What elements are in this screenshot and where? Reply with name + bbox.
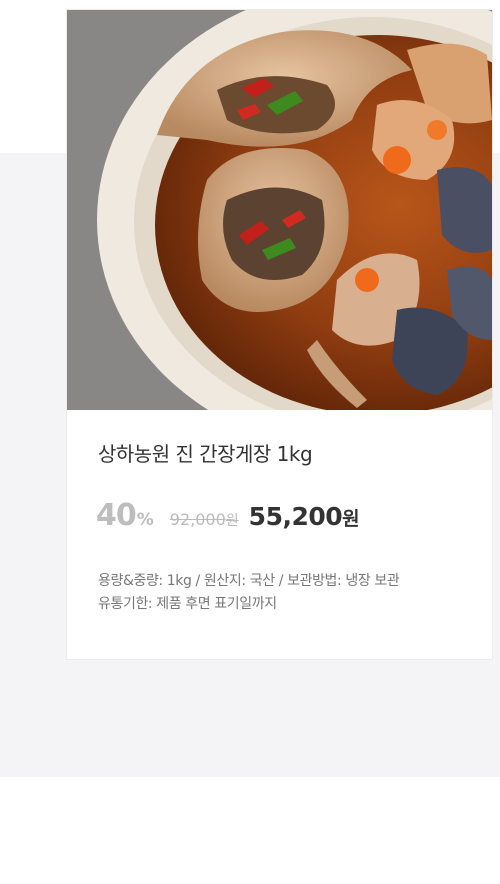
product-image[interactable] [67,10,492,410]
product-info: 용량&중량: 1kg / 원산지: 국산 / 보관방법: 냉장 보관 유통기한:… [98,570,400,616]
discount-unit: % [136,510,154,530]
original-price-unit: 원 [225,513,239,529]
product-info-expiry: 유통기한: 제품 후면 표기일까지 [98,596,277,612]
product-card[interactable]: 상하농원 진 간장게장 1kg 40 % 92,000 원 55,200 원 용… [66,9,493,660]
price-row: 40 % 92,000 원 55,200 원 [96,498,360,538]
sale-price: 55,200 [248,502,343,531]
product-info-spec: 용량&중량: 1kg / 원산지: 국산 / 보관방법: 냉장 보관 [98,573,400,589]
sale-price-unit: 원 [342,508,360,530]
product-title[interactable]: 상하농원 진 간장게장 1kg [98,438,313,467]
discount-rate: 40 [96,498,137,533]
crab-dish-illustration [67,10,492,410]
original-price: 92,000 [169,510,226,529]
